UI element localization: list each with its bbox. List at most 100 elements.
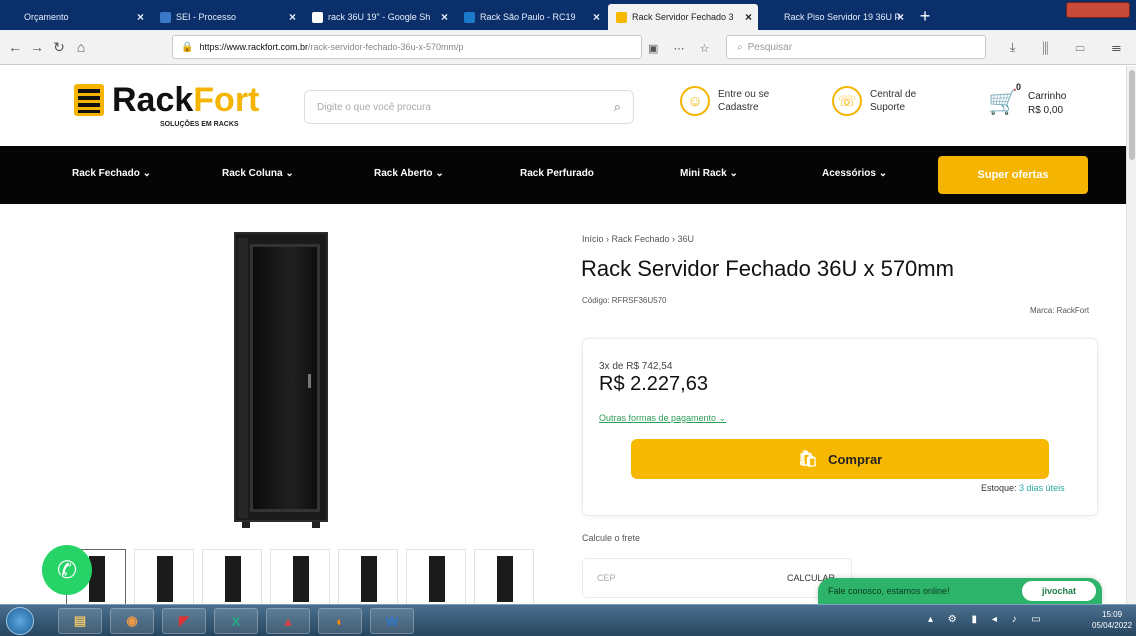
browser-tab-bar: Orçamento × SEI - Processo × rack 36U 19" - … (0, 0, 1136, 30)
tab-title: SEI - Processo (176, 12, 237, 22)
payment-options-link[interactable]: Outras formas de pagamento ⌄ (599, 413, 726, 424)
support-link[interactable]: ☏ Central de Suporte (832, 86, 916, 116)
cart-total: R$ 0,00 (1028, 105, 1064, 116)
thumbnail-image (429, 556, 445, 602)
buy-button[interactable]: 🛍 Comprar (631, 439, 1049, 479)
tab-favicon-icon (8, 11, 19, 23)
login-link[interactable]: ☺ Entre ou se Cadastre (680, 86, 769, 116)
search-icon: ⌕ (737, 41, 743, 53)
thumbnail-image (225, 556, 241, 602)
url-path: /rack-servidor-fechado-36u-x-570mm/p (307, 42, 464, 52)
browser-tab[interactable]: SEI - Processo × (152, 4, 302, 30)
system-tray-icons[interactable]: ▴ ⚙ ▮ ◂ ♪ ▭ (928, 614, 1047, 625)
live-chat-widget[interactable]: Fale conosco, estamos online! jivochat (818, 578, 1102, 604)
tab-favicon-icon (616, 11, 627, 23)
chat-message: Fale conosco, estamos online! (828, 586, 950, 596)
browser-tab[interactable]: Orçamento × (0, 4, 150, 30)
menu-rack-fechado[interactable]: Rack Fechado ⌄ (72, 168, 151, 179)
app-taskbar-icon[interactable]: ▲ (266, 608, 310, 634)
page-scrollbar[interactable] (1126, 66, 1136, 604)
chat-brand[interactable]: jivochat (1022, 581, 1096, 601)
close-tab-icon[interactable]: × (441, 10, 448, 24)
whatsapp-icon: ✆ (56, 556, 78, 584)
scrollbar-thumb[interactable] (1129, 70, 1135, 160)
thumbnail[interactable] (270, 549, 330, 607)
super-offers-button[interactable]: Super ofertas (938, 156, 1088, 194)
buy-label: Comprar (828, 451, 883, 467)
menu-rack-perfurado[interactable]: Rack Perfurado (520, 168, 594, 179)
reload-icon[interactable]: ↻ (48, 39, 70, 56)
home-icon[interactable]: ⌂ (70, 39, 92, 55)
cabinet-foot (242, 522, 250, 528)
thumbnail[interactable] (338, 549, 398, 607)
taskbar-time: 15:09 (1102, 610, 1123, 619)
browser-search-input[interactable]: ⌕ Pesquisar (726, 35, 986, 59)
excel-taskbar-icon[interactable]: X (214, 608, 258, 634)
url-domain: https://www.rackfort.com.br (199, 42, 308, 52)
thumbnail[interactable] (474, 549, 534, 607)
logo-tagline: SOLUÇÕES EM RACKS (160, 121, 239, 128)
cep-input[interactable]: CEP CALCULAR (582, 558, 852, 598)
product-title: Rack Servidor Fechado 36U x 570mm (581, 256, 954, 281)
search-icon[interactable]: ⌕ (614, 99, 621, 115)
stock-info: Estoque: 3 dias úteis (981, 483, 1065, 493)
close-tab-icon[interactable]: × (897, 10, 904, 24)
explorer-taskbar-icon[interactable]: ▤ (58, 608, 102, 634)
thumbnail[interactable] (134, 549, 194, 607)
tab-title: Rack Servidor Fechado 3 (632, 12, 734, 22)
login-line1: Entre ou se (718, 89, 770, 100)
menu-rack-coluna[interactable]: Rack Coluna ⌄ (222, 168, 294, 179)
chrome-taskbar-icon[interactable]: ◉ (110, 608, 154, 634)
close-tab-icon[interactable]: × (137, 10, 144, 24)
breadcrumb[interactable]: Início › Rack Fechado › 36U (582, 234, 694, 244)
logo-text-fort: Fort (193, 81, 260, 119)
product-main-image[interactable] (234, 232, 328, 528)
logo-icon (74, 84, 104, 116)
cep-placeholder: CEP (597, 573, 616, 583)
tab-favicon-icon (768, 11, 779, 23)
browser-tab[interactable]: Rack Servidor Fechado 3 × (608, 4, 758, 30)
firefox-taskbar-icon[interactable]: ◐ (318, 608, 362, 634)
back-icon[interactable]: ← (4, 39, 26, 55)
product-brand[interactable]: Marca: RackFort (1030, 306, 1089, 315)
site-search-input[interactable]: Digite o que você procura ⌕ (304, 90, 634, 124)
browser-tab[interactable]: Rack Piso Servidor 19 36U P × (760, 4, 910, 30)
close-tab-icon[interactable]: × (289, 10, 296, 24)
thumbnail[interactable] (406, 549, 466, 607)
tab-title: Rack Piso Servidor 19 36U P (784, 12, 901, 22)
forward-icon[interactable]: → (26, 39, 48, 55)
browser-tab[interactable]: Rack São Paulo - RC19 × (456, 4, 606, 30)
toolbar-icons[interactable]: ⤓ ⫼ ▭ ☰ (1010, 40, 1133, 55)
product-price: R$ 2.227,63 (599, 373, 708, 395)
stock-label: Estoque: (981, 483, 1017, 493)
thumbnail-image (157, 556, 173, 602)
word-taskbar-icon[interactable]: W (370, 608, 414, 634)
menu-acessorios[interactable]: Acessórios ⌄ (822, 168, 887, 179)
close-tab-icon[interactable]: × (593, 10, 600, 24)
page-actions-icon[interactable]: ▣ ⋯ ☆ (648, 42, 715, 55)
window-controls[interactable] (1066, 2, 1130, 18)
menu-mini-rack[interactable]: Mini Rack ⌄ (680, 168, 738, 179)
site-header: RackFort SOLUÇÕES EM RACKS Digite o que … (0, 66, 1136, 146)
shopping-bag-icon: 🛍 (797, 451, 819, 468)
whatsapp-button[interactable]: ✆ (42, 545, 92, 595)
start-button[interactable] (6, 607, 34, 635)
os-taskbar: ▤ ◉ ◤ X ▲ ◐ W ▴ ⚙ ▮ ◂ ♪ ▭ 15:09 05/04/20… (0, 604, 1136, 636)
address-bar[interactable]: 🔒 https://www.rackfort.com.br /rack-serv… (172, 35, 642, 59)
close-tab-icon[interactable]: × (745, 10, 752, 24)
taskbar-clock[interactable]: 15:09 05/04/2022 (1092, 609, 1132, 631)
price-box: 3x de R$ 742,54 R$ 2.227,63 Outras forma… (582, 338, 1098, 516)
user-icon: ☺ (680, 86, 710, 116)
new-tab-button[interactable]: + (912, 4, 938, 30)
tab-favicon-icon (312, 11, 323, 23)
thumbnail-image (293, 556, 309, 602)
menu-rack-aberto[interactable]: Rack Aberto ⌄ (374, 168, 444, 179)
support-line2: Suporte (870, 102, 906, 113)
thumbnail-image (361, 556, 377, 602)
logo-text-rack: Rack (112, 81, 194, 119)
taskbar-date: 05/04/2022 (1092, 621, 1133, 630)
thumbnail[interactable] (202, 549, 262, 607)
browser-tab[interactable]: rack 36U 19" - Google Sh × (304, 4, 454, 30)
thumbnail-image (89, 556, 105, 602)
pdf-taskbar-icon[interactable]: ◤ (162, 608, 206, 634)
